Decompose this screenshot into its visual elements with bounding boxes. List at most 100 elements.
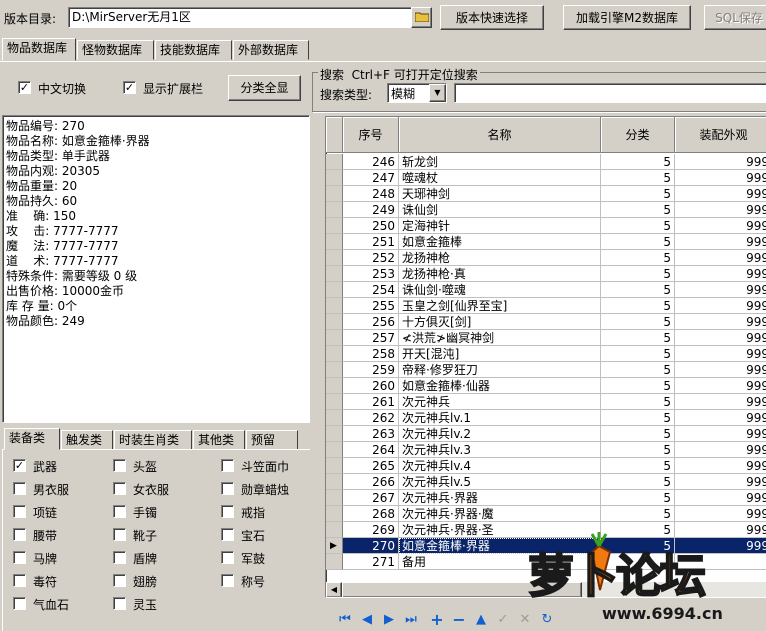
cell-category: 5: [601, 410, 675, 426]
table-row[interactable]: 263次元神兵lv.25999: [326, 426, 766, 442]
folder-browse-button[interactable]: [411, 7, 432, 28]
show-all-button[interactable]: 分类全显: [228, 75, 301, 101]
table-row[interactable]: 256十方俱灭[剑]5999: [326, 314, 766, 330]
category-checkbox[interactable]: [113, 528, 126, 541]
category-checkbox[interactable]: [221, 551, 234, 564]
table-row[interactable]: 265次元神兵lv.45999: [326, 458, 766, 474]
table-row[interactable]: 248天琊神剑5999: [326, 186, 766, 202]
row-indicator: [326, 202, 343, 218]
row-indicator: [326, 186, 343, 202]
tab-monster-db[interactable]: 怪物数据库: [77, 40, 154, 60]
load-db-button[interactable]: 加载引擎M2数据库: [563, 5, 691, 30]
table-row[interactable]: 260如意金箍棒·仙器5999: [326, 378, 766, 394]
category-label: 武器: [33, 460, 58, 474]
category-checkbox[interactable]: [13, 597, 26, 610]
category-checkbox[interactable]: [221, 482, 234, 495]
category-checkbox[interactable]: [113, 505, 126, 518]
table-row[interactable]: 257≮洪荒≯幽冥神剑5999: [326, 330, 766, 346]
cell-category: 5: [601, 234, 675, 250]
table-row[interactable]: 264次元神兵lv.35999: [326, 442, 766, 458]
cell-name: 斩龙剑: [399, 154, 601, 170]
category-checkbox[interactable]: [221, 528, 234, 541]
tab-item-db[interactable]: 物品数据库: [2, 38, 76, 61]
category-label: 盾牌: [133, 552, 158, 566]
item-info-line: 物品内观: 20305: [6, 164, 101, 178]
category-checkbox[interactable]: [113, 574, 126, 587]
table-row[interactable]: 259帝释·修罗狂刀5999: [326, 362, 766, 378]
category-checkbox[interactable]: [113, 459, 126, 472]
category-checkbox[interactable]: [13, 574, 26, 587]
cell-look: 999: [675, 346, 766, 362]
scroll-left-icon[interactable]: ◀: [326, 582, 342, 597]
nav-insert-icon[interactable]: +: [428, 611, 446, 629]
table-row[interactable]: 249诛仙剑5999: [326, 202, 766, 218]
cn-switch-checkbox[interactable]: ✓: [18, 81, 31, 94]
search-type-select[interactable]: 模糊 ▼: [387, 83, 447, 103]
category-checkbox[interactable]: [13, 528, 26, 541]
table-row[interactable]: 252龙扬神枪5999: [326, 250, 766, 266]
table-row[interactable]: 255玉皇之剑[仙界至宝]5999: [326, 298, 766, 314]
table-row[interactable]: 251如意金箍棒5999: [326, 234, 766, 250]
category-checkbox[interactable]: [13, 505, 26, 518]
table-row[interactable]: 267次元神兵·界器5999: [326, 490, 766, 506]
tab-fashion[interactable]: 时装生肖类: [114, 430, 192, 450]
table-row[interactable]: 253龙扬神枪·真5999: [326, 266, 766, 282]
table-row[interactable]: 262次元神兵lv.15999: [326, 410, 766, 426]
cell-look: 999: [675, 154, 766, 170]
quick-select-button[interactable]: 版本快速选择: [440, 5, 544, 30]
nav-next-icon[interactable]: ▶: [380, 611, 398, 629]
tab-equipment[interactable]: 装备类: [4, 428, 60, 450]
category-checkbox[interactable]: [113, 482, 126, 495]
nav-first-icon[interactable]: ⏮: [336, 611, 354, 629]
tab-reserved[interactable]: 预留: [246, 430, 298, 450]
category-checkbox[interactable]: ✓: [13, 459, 26, 472]
tab-trigger[interactable]: 触发类: [61, 430, 113, 450]
nav-post-icon: ✓: [497, 612, 509, 627]
search-group-title: 搜索 Ctrl+F 可打开定位搜索: [318, 66, 480, 83]
column-header-id[interactable]: 序号: [343, 117, 399, 153]
tab-skill-db[interactable]: 技能数据库: [155, 40, 232, 60]
category-label: 腰带: [33, 529, 58, 543]
cell-category: 5: [601, 154, 675, 170]
search-input[interactable]: [454, 83, 766, 103]
tab-other[interactable]: 其他类: [193, 430, 245, 450]
category-label: 手镯: [133, 506, 158, 520]
search-type-label: 搜索类型:: [320, 88, 373, 102]
row-indicator: [326, 298, 343, 314]
category-checkbox[interactable]: [113, 597, 126, 610]
table-row[interactable]: 246斩龙剑5999: [326, 154, 766, 170]
category-checkbox[interactable]: [13, 551, 26, 564]
category-label: 项链: [33, 506, 58, 520]
nav-prior-icon[interactable]: ◀: [358, 611, 376, 629]
table-row[interactable]: 247噬魂杖5999: [326, 170, 766, 186]
cell-look: 999: [675, 362, 766, 378]
category-checkbox[interactable]: [221, 459, 234, 472]
row-indicator: [326, 522, 343, 538]
show-ext-checkbox[interactable]: ✓: [123, 81, 136, 94]
table-row[interactable]: 258开天[混沌]5999: [326, 346, 766, 362]
category-checkbox[interactable]: [221, 574, 234, 587]
category-checkbox[interactable]: [113, 551, 126, 564]
item-info-panel: 物品编号: 270 物品名称: 如意金箍棒·界器 物品类型: 单手武器 物品内观: 2…: [2, 115, 310, 423]
table-row[interactable]: 268次元神兵·界器·魔5999: [326, 506, 766, 522]
table-row[interactable]: 250定海神针5999: [326, 218, 766, 234]
table-row[interactable]: 261次元神兵5999: [326, 394, 766, 410]
cell-look: 999: [675, 234, 766, 250]
table-row[interactable]: 254诛仙剑·噬魂5999: [326, 282, 766, 298]
dropdown-arrow-icon[interactable]: ▼: [429, 84, 446, 102]
category-label: 勋章蜡烛: [241, 483, 290, 497]
category-checkbox[interactable]: [221, 505, 234, 518]
category-checkbox[interactable]: [13, 482, 26, 495]
table-row[interactable]: 266次元神兵lv.55999: [326, 474, 766, 490]
nav-delete-icon[interactable]: −: [450, 611, 468, 629]
nav-last-icon[interactable]: ⏭: [402, 611, 420, 629]
panel-splitter[interactable]: [312, 115, 320, 631]
cell-id: 263: [343, 426, 399, 442]
dir-input[interactable]: D:\MirServer无月1区: [68, 7, 412, 28]
column-header-look[interactable]: 装配外观: [675, 117, 766, 153]
nav-edit-icon[interactable]: ▲: [472, 611, 490, 629]
column-header-name[interactable]: 名称: [399, 117, 601, 153]
tab-external-db[interactable]: 外部数据库: [233, 40, 309, 60]
row-indicator: [326, 362, 343, 378]
column-header-category[interactable]: 分类: [601, 117, 675, 153]
